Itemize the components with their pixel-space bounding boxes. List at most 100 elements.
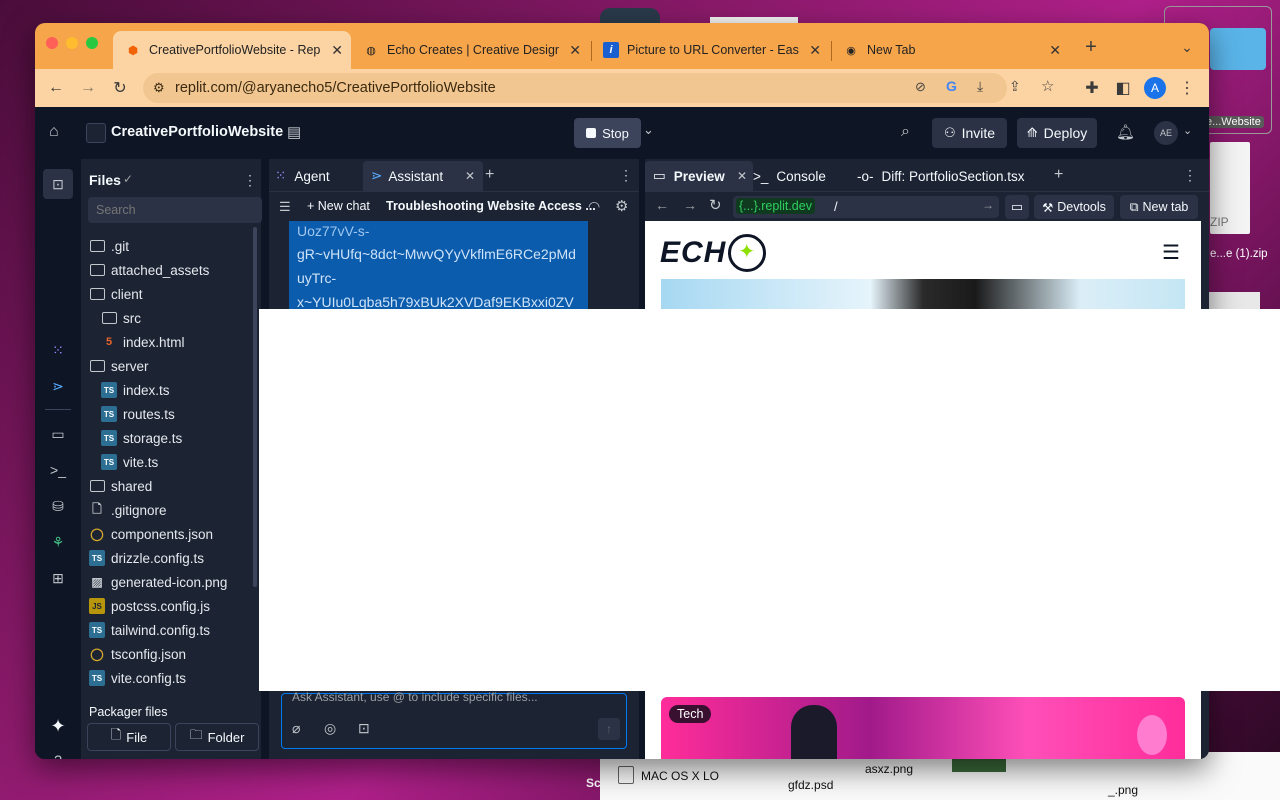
close-icon[interactable]: ✕ [809, 42, 821, 59]
search-icon[interactable]: ⌕ [901, 123, 910, 141]
add-context-icon[interactable]: ⊡ [358, 720, 370, 737]
share-icon[interactable]: ⇪ [1009, 78, 1021, 95]
tab-console[interactable]: >_ Console [753, 163, 826, 189]
mention-icon[interactable]: ◎ [324, 720, 336, 737]
close-window-button[interactable] [46, 37, 58, 49]
chat-history-icon[interactable]: ☰ [279, 199, 291, 215]
new-chat-button[interactable]: + New chat [307, 199, 370, 213]
extensions-icon[interactable]: ✚ [1081, 77, 1103, 99]
finder-item[interactable]: MAC OS X LO [641, 769, 719, 783]
folder-row[interactable]: src [101, 307, 141, 329]
file-search-input[interactable] [88, 197, 262, 223]
close-icon[interactable]: ✕ [737, 169, 747, 183]
file-row[interactable]: TS vite.ts [101, 451, 158, 473]
close-icon[interactable]: ✕ [465, 169, 475, 183]
finder-item[interactable]: asxz.png [865, 762, 913, 776]
folder-row[interactable]: .git [89, 235, 129, 257]
account-chevron-icon[interactable]: ⌄ [1183, 124, 1192, 137]
folder-row[interactable]: attached_assets [89, 259, 209, 281]
agent-icon[interactable]: ⁙ [47, 339, 69, 361]
add-folder-button[interactable]: 🗀︎ Folder [175, 723, 259, 751]
devtools-button[interactable]: ⚒ Devtools [1034, 195, 1114, 219]
packages-icon[interactable]: ⚘ [47, 531, 69, 553]
file-row[interactable]: 5 index.html [101, 331, 185, 353]
go-arrow-icon[interactable]: → [982, 198, 994, 212]
file-row[interactable]: 🗋︎ .gitignore [89, 499, 166, 521]
file-row[interactable]: JS postcss.config.js [89, 595, 210, 617]
file-row[interactable]: ◯ components.json [89, 523, 213, 545]
file-row[interactable]: TS tailwind.config.ts [89, 619, 210, 641]
database-icon[interactable]: ⛁ [47, 495, 69, 517]
finder-item[interactable]: _.png [1108, 783, 1138, 797]
assistant-icon[interactable]: ⋗ [47, 375, 69, 397]
file-row[interactable]: TS index.ts [101, 379, 170, 401]
tab-new-tab[interactable]: ◉ New Tab ✕ [831, 31, 1069, 69]
file-tree-scrollbar[interactable] [253, 227, 257, 587]
preview-path[interactable]: / [834, 199, 838, 214]
preview-reload-icon[interactable]: ↻ [709, 196, 722, 214]
files-more-icon[interactable]: ⋮ [243, 172, 257, 189]
file-row[interactable]: ◯ tsconfig.json [89, 643, 186, 665]
file-row[interactable]: TS drizzle.config.ts [89, 547, 204, 569]
panel-more-icon[interactable]: ⋮ [619, 167, 633, 184]
desktop-zip-label[interactable]: e...e (1).zip [1210, 248, 1268, 260]
minimize-window-button[interactable] [66, 37, 78, 49]
add-tab-plus-icon[interactable]: + [1054, 166, 1063, 184]
site-info-icon[interactable]: ⚙ [153, 80, 165, 96]
console-icon[interactable]: >_ [47, 459, 69, 481]
tab-assistant[interactable]: ⋗ Assistant ✕ [363, 161, 483, 191]
preview-back-icon[interactable]: ← [655, 197, 669, 213]
tab-diff[interactable]: -o- Diff: PortfolioSection.tsx [857, 163, 1025, 189]
tab-preview[interactable]: ▭ Preview ✕ [645, 161, 753, 191]
home-icon[interactable]: ⌂ [49, 123, 59, 141]
deploy-button[interactable]: ⟰ Deploy [1017, 118, 1097, 148]
packager-files-label[interactable]: Packager files [89, 705, 168, 719]
tab-replit[interactable]: ⬢ CreativePortfolioWebsite - Rep ✕ [113, 31, 351, 69]
files-icon[interactable]: ⊡ [43, 169, 73, 199]
project-menu-icon[interactable]: ▤ [287, 123, 301, 141]
profile-avatar[interactable]: A [1144, 77, 1166, 99]
user-avatar[interactable]: AE [1154, 121, 1178, 145]
tab-search-chevron-icon[interactable]: ⌄ [1176, 36, 1198, 58]
new-tab-plus-icon[interactable]: + [1080, 36, 1102, 58]
tab-picture-converter[interactable]: i Picture to URL Converter - Eas ✕ [591, 31, 829, 69]
add-tab-plus-icon[interactable]: + [485, 166, 494, 184]
install-icon[interactable]: ⤓ [977, 78, 983, 95]
invite-button[interactable]: ⚇ Invite [932, 118, 1007, 148]
preview-forward-icon[interactable]: → [683, 197, 697, 213]
tab-agent[interactable]: ⁙ Agent [275, 163, 330, 189]
site-logo[interactable]: ECH ✦ [660, 233, 767, 273]
help-icon[interactable]: ? [47, 749, 69, 759]
settings-gear-icon[interactable]: ⚙ [615, 197, 628, 215]
more-menu-icon[interactable]: ⋮ [1176, 77, 1198, 99]
chat-input-placeholder[interactable]: Ask Assistant, use @ to include specific… [292, 690, 538, 704]
address-bar[interactable]: ⚙ replit.com/@aryanecho5/CreativePortfol… [143, 73, 1054, 103]
tab-echo[interactable]: ◍ Echo Creates | Creative Design ✕ [351, 31, 589, 69]
url-text[interactable]: replit.com/@aryanecho5/CreativePortfolio… [175, 80, 496, 96]
forward-arrow-icon[interactable]: → [77, 77, 99, 99]
stop-button[interactable]: Stop [574, 118, 641, 148]
speed-icon[interactable]: ◠ [588, 198, 600, 215]
close-icon[interactable]: ✕ [331, 42, 343, 59]
camera-blocked-icon[interactable]: ⊘ [915, 79, 926, 95]
back-arrow-icon[interactable]: ← [45, 77, 67, 99]
all-tools-icon[interactable]: ⊞ [47, 567, 69, 589]
file-row[interactable]: TS storage.ts [101, 427, 182, 449]
folder-row[interactable]: server [89, 355, 149, 377]
desktop-item-label[interactable]: e...Website [1203, 116, 1264, 128]
run-options-chevron-icon[interactable]: ⌄ [643, 122, 654, 138]
preview-url-bar[interactable]: {...}.replit.dev / → [733, 196, 999, 218]
google-icon[interactable]: G [946, 78, 957, 94]
send-button[interactable]: ↑ [598, 718, 620, 740]
reload-icon[interactable]: ↻ [109, 77, 131, 99]
side-panel-icon[interactable]: ◧ [1112, 77, 1134, 99]
preview-icon[interactable]: ▭ [47, 423, 69, 445]
add-file-button[interactable]: 🗋︎ File [87, 723, 171, 751]
open-new-tab-button[interactable]: ⧉ New tab [1120, 195, 1198, 219]
panel-more-icon[interactable]: ⋮ [1183, 167, 1197, 184]
close-icon[interactable]: ✕ [1049, 42, 1061, 59]
attach-icon[interactable]: ⌀ [292, 720, 300, 737]
notifications-bell-icon[interactable]: 🔔︎ [1116, 123, 1135, 141]
portfolio-card[interactable]: Tech [661, 697, 1185, 759]
sparkle-icon[interactable]: ✦ [47, 715, 69, 737]
